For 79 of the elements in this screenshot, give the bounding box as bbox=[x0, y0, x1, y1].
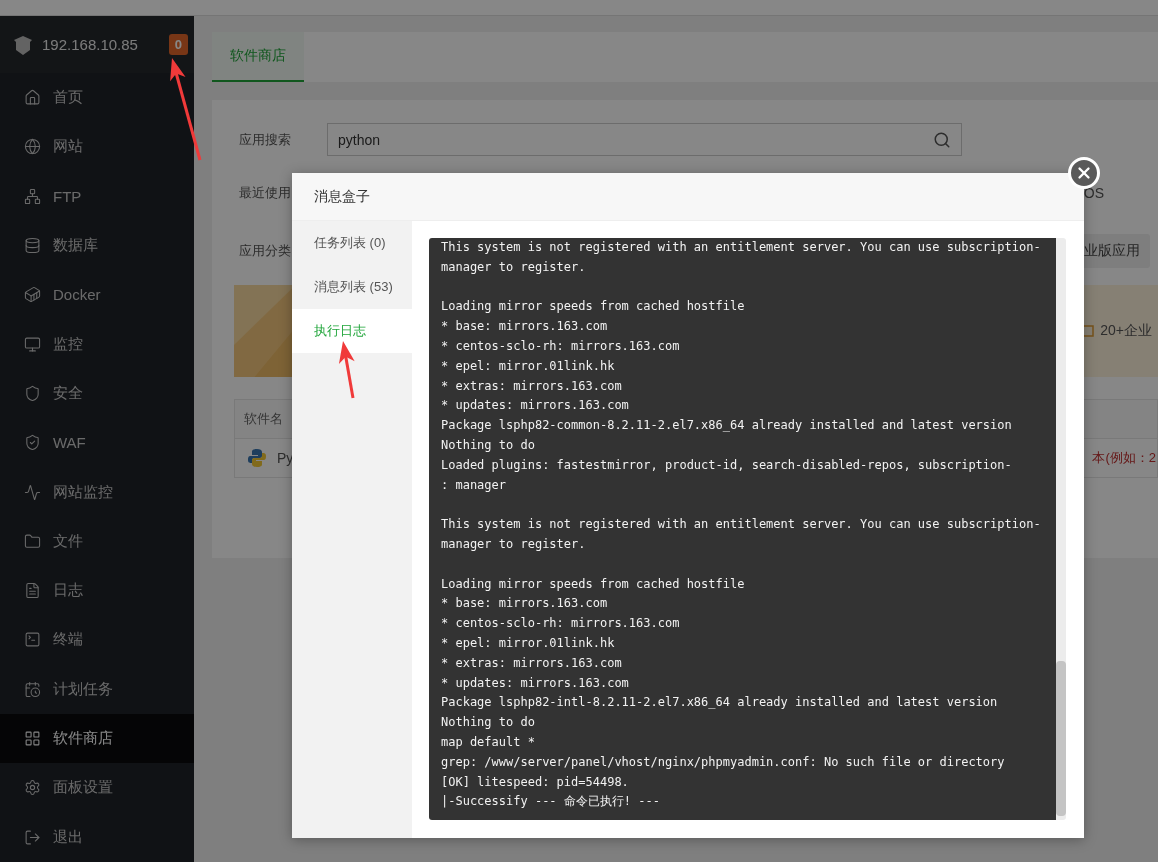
sidebar-item[interactable]: FTP bbox=[0, 171, 194, 221]
sidebar-item[interactable]: WAF bbox=[0, 418, 194, 468]
grid-icon bbox=[24, 730, 41, 747]
log-line: Nothing to do bbox=[441, 714, 536, 732]
log-line: This system is not registered with an entitlement server. You can use subscription- bbox=[441, 239, 1042, 256]
sidebar-item[interactable]: 网站 bbox=[0, 122, 194, 172]
monitor-icon bbox=[24, 335, 41, 353]
banner-text: 20+企业 bbox=[1100, 322, 1152, 340]
log-line: |-Successify --- 命令已执行! --- bbox=[441, 793, 661, 811]
log-line: Loading mirror speeds from cached hostfile bbox=[441, 298, 746, 316]
logo-icon bbox=[12, 33, 34, 56]
recent-app-link[interactable]: OS bbox=[1083, 185, 1104, 201]
log-line: Loading mirror speeds from cached hostfile bbox=[441, 575, 746, 593]
settings-icon bbox=[24, 779, 41, 797]
log-line: Package lsphp82-intl-8.2.11-2.el7.x86_64 already installed and latest version bbox=[441, 694, 999, 712]
log-line: * updates: mirrors.163.com bbox=[441, 674, 630, 692]
dialog-nav-item[interactable]: 执行日志 bbox=[292, 309, 412, 353]
shield-icon bbox=[24, 434, 41, 452]
sidebar-item[interactable]: Docker bbox=[0, 270, 194, 320]
sidebar-item[interactable]: 计划任务 bbox=[0, 664, 194, 714]
log-line: This system is not registered with an entitlement server. You can use subscription- bbox=[441, 516, 1042, 534]
document-icon bbox=[24, 582, 41, 600]
log-line: : manager bbox=[441, 476, 508, 494]
server-address: 192.168.10.85 bbox=[42, 36, 139, 53]
log-line: * base: mirrors.163.com bbox=[441, 318, 609, 336]
network-icon bbox=[24, 187, 41, 205]
column-header: 软件名 bbox=[244, 410, 283, 428]
table-cell: 本(例如：2 bbox=[1092, 449, 1156, 467]
globe-icon bbox=[24, 138, 41, 156]
log-line: * epel: mirror.01link.hk bbox=[441, 634, 616, 652]
log-line: * centos-sclo-rh: mirrors.163.com bbox=[441, 338, 681, 355]
shield-icon bbox=[24, 384, 41, 402]
scrollbar[interactable] bbox=[1056, 238, 1066, 820]
message-count-badge[interactable]: 0 bbox=[168, 34, 188, 55]
log-line: map default * bbox=[441, 733, 536, 751]
folder-icon bbox=[24, 532, 41, 550]
log-line: manager to register. bbox=[441, 535, 587, 553]
sidebar-item[interactable]: 文件 bbox=[0, 516, 194, 566]
field-label: 应用搜索 bbox=[238, 130, 291, 149]
sidebar-item[interactable]: 首页 bbox=[0, 73, 194, 123]
log-line: * centos-sclo-rh: mirrors.163.com bbox=[441, 615, 681, 633]
close-icon bbox=[1075, 164, 1093, 182]
log-line: * updates: mirrors.163.com bbox=[441, 397, 630, 415]
sidebar-item[interactable]: 监控 bbox=[0, 319, 194, 369]
table-cell: Py bbox=[277, 450, 294, 466]
sidebar-item[interactable]: 面板设置 bbox=[0, 763, 194, 813]
dialog-nav-item[interactable]: 任务列表 (0) bbox=[292, 221, 412, 265]
field-label: 应用分类 bbox=[238, 242, 291, 260]
search-icon bbox=[933, 130, 951, 149]
log-line: manager to register. bbox=[441, 258, 587, 276]
log-line: * extras: mirrors.163.com bbox=[441, 377, 623, 395]
container-icon bbox=[24, 286, 41, 304]
sidebar-item[interactable]: 软件商店 bbox=[0, 713, 194, 764]
sidebar-item[interactable]: 终端 bbox=[0, 615, 194, 665]
tab[interactable]: 软件商店 bbox=[212, 32, 304, 82]
pulse-icon bbox=[24, 483, 41, 501]
sidebar-item[interactable]: 日志 bbox=[0, 565, 194, 616]
database-icon bbox=[24, 237, 41, 255]
log-line: * extras: mirrors.163.com bbox=[441, 654, 623, 672]
logout-icon bbox=[24, 828, 41, 846]
sidebar-item[interactable]: 退出 bbox=[0, 812, 194, 862]
dialog-nav-item[interactable]: 消息列表 (53) bbox=[292, 265, 412, 309]
dialog-title: 消息盒子 bbox=[314, 187, 370, 206]
python-icon bbox=[247, 448, 267, 468]
sidebar-item[interactable]: 网站监控 bbox=[0, 467, 194, 517]
home-icon bbox=[24, 89, 41, 107]
sidebar-item[interactable]: 安全 bbox=[0, 368, 194, 419]
log-line: Package lsphp82-common-8.2.11-2.el7.x86_64 already installed and latest version bbox=[441, 417, 1013, 435]
log-line: * base: mirrors.163.com bbox=[441, 595, 609, 613]
log-line: Nothing to do bbox=[441, 436, 536, 454]
field-label: 最近使用 bbox=[238, 184, 291, 202]
terminal-icon bbox=[24, 631, 41, 649]
log-line: grep: /www/server/panel/vhost/nginx/phpmyadmin.conf: No such file or directory bbox=[441, 753, 1006, 771]
search-field[interactable]: python bbox=[327, 123, 962, 156]
sidebar-item[interactable]: 数据库 bbox=[0, 220, 194, 271]
log-line: [OK] litespeed: pid=54498. bbox=[441, 773, 630, 791]
log-line: Loaded plugins: fastestmirror, product-id, search-disabled-repos, subscription- bbox=[441, 456, 1013, 474]
log-line: * epel: mirror.01link.hk bbox=[441, 357, 616, 375]
calendar-icon bbox=[24, 680, 41, 698]
